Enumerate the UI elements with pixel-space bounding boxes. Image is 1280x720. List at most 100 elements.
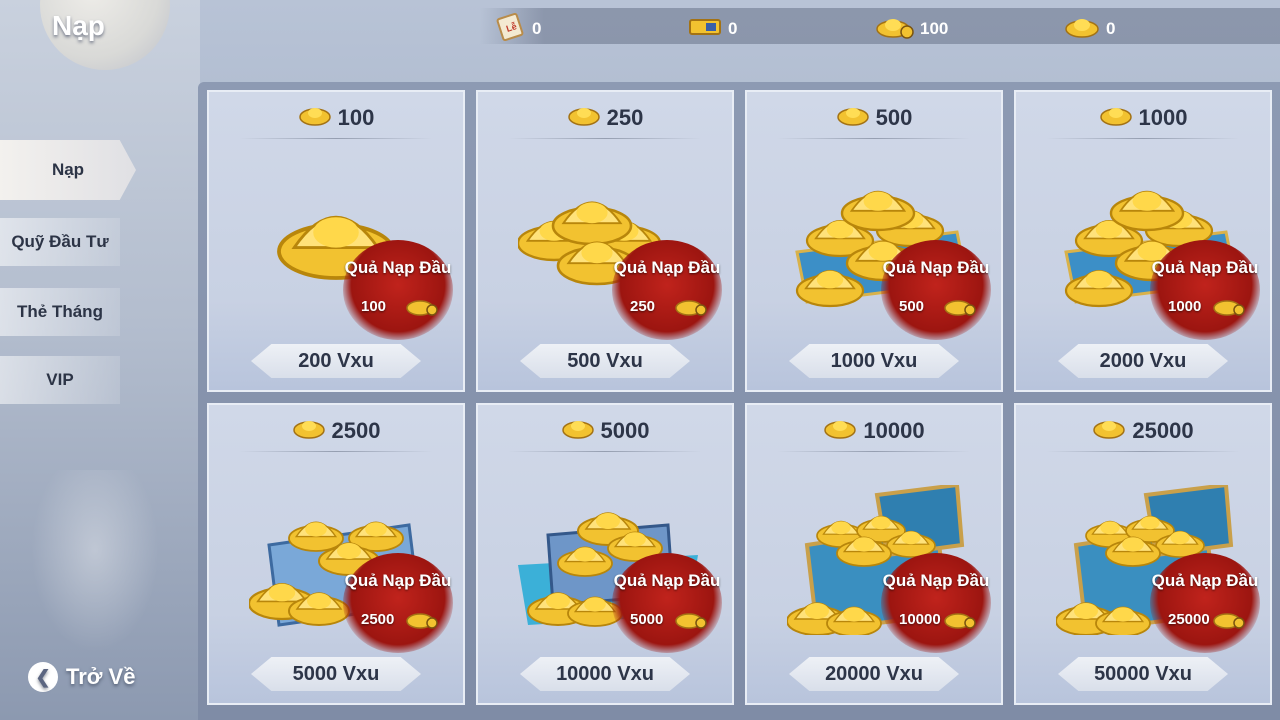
price-button[interactable]: 20000 Vxu <box>789 657 959 691</box>
gold-ingot-lock-icon <box>674 294 708 323</box>
pack-amount-value: 25000 <box>1132 418 1194 443</box>
gold-ingot-lock-icon <box>1212 294 1246 323</box>
page-title: Nạp <box>52 10 105 41</box>
ticket-icon <box>688 15 722 44</box>
back-arrow-icon: ❮ <box>28 662 58 692</box>
pack-amount: 5000 <box>478 413 732 449</box>
badge-title: Quả Nạp Đầu <box>344 571 452 590</box>
divider <box>239 138 433 139</box>
gold-ingot-icon <box>298 103 332 133</box>
badge-title: Quả Nạp Đầu <box>613 571 721 590</box>
badge-amount: 1000 <box>1168 298 1202 315</box>
price-button[interactable]: 1000 Vxu <box>789 344 959 378</box>
badge-title: Quả Nạp Đầu <box>613 258 721 277</box>
first-recharge-badge: Quả Nạp Đầu 250 <box>612 240 722 340</box>
sidebar-item-nap[interactable]: Nạp <box>0 140 136 200</box>
sidebar-item-label: Thẻ Tháng <box>17 302 103 321</box>
gold-ingot-icon <box>567 103 601 133</box>
recharge-pack-card[interactable]: 2500 Quả Nạp Đầu 2500 5000 Vxu <box>207 403 465 705</box>
currency-value: 0 <box>728 19 738 38</box>
sidebar-item-vip[interactable]: VIP <box>0 356 120 404</box>
badge-title: Quả Nạp Đầu <box>882 571 990 590</box>
currency-ticket: 0 <box>688 14 737 44</box>
back-button[interactable]: ❮ Trở Về <box>28 662 135 692</box>
gold-ingot-icon <box>1064 14 1100 45</box>
divider <box>508 451 702 452</box>
badge-amount: 5000 <box>630 611 664 628</box>
currency-scroll: Lễ 0 <box>496 12 542 46</box>
badge-amount: 10000 <box>899 611 941 628</box>
lotus-decoration <box>20 470 170 670</box>
price-button[interactable]: 5000 Vxu <box>251 657 421 691</box>
pack-amount: 2500 <box>209 413 463 449</box>
recharge-pack-card[interactable]: 250 Quả Nạp Đầu 250 500 Vxu <box>476 90 734 392</box>
recharge-pack-card[interactable]: 500 Quả Nạp Đầu 500 1000 Vxu <box>745 90 1003 392</box>
pack-amount-value: 100 <box>337 105 375 130</box>
gold-ingot-icon <box>561 416 595 446</box>
sidebar-item-the-thang[interactable]: Thẻ Tháng <box>0 288 120 336</box>
badge-title: Quả Nạp Đầu <box>882 258 990 277</box>
first-recharge-badge: Quả Nạp Đầu 25000 <box>1150 553 1260 653</box>
gold-ingot-lock-icon <box>943 294 977 323</box>
divider <box>777 138 971 139</box>
pack-amount-value: 250 <box>606 105 644 130</box>
badge-title: Quả Nạp Đầu <box>344 258 452 277</box>
badge-title: Quả Nạp Đầu <box>1151 258 1259 277</box>
price-button[interactable]: 50000 Vxu <box>1058 657 1228 691</box>
recharge-pack-card[interactable]: 1000 Quả Nạp Đầu 1000 2000 Vxu <box>1014 90 1272 392</box>
first-recharge-badge: Quả Nạp Đầu 500 <box>881 240 991 340</box>
currency-locked-gold: 100 <box>876 14 948 44</box>
gold-ingot-lock-icon <box>1212 607 1246 636</box>
scroll-le-icon: Lễ <box>496 12 526 46</box>
gold-ingot-lock-icon <box>405 607 439 636</box>
divider <box>508 138 702 139</box>
badge-amount: 100 <box>361 298 387 315</box>
back-label: Trở Về <box>66 664 136 689</box>
sidebar-item-quy-dau-tu[interactable]: Quỹ Đầu Tư <box>0 218 120 266</box>
gold-ingot-icon <box>823 416 857 446</box>
price-button[interactable]: 500 Vxu <box>520 344 690 378</box>
sidebar-item-label: Nạp <box>51 160 85 179</box>
pack-amount: 1000 <box>1016 100 1270 136</box>
recharge-pack-card[interactable]: 100 Quả Nạp Đầu 100 200 Vxu <box>207 90 465 392</box>
pack-amount: 500 <box>747 100 1001 136</box>
divider <box>1046 138 1240 139</box>
first-recharge-badge: Quả Nạp Đầu 10000 <box>881 553 991 653</box>
first-recharge-badge: Quả Nạp Đầu 100 <box>343 240 453 340</box>
currency-value: 0 <box>1106 19 1116 38</box>
badge-title: Quả Nạp Đầu <box>1151 571 1259 590</box>
pack-amount: 10000 <box>747 413 1001 449</box>
badge-amount: 25000 <box>1168 611 1210 628</box>
first-recharge-badge: Quả Nạp Đầu 5000 <box>612 553 722 653</box>
currency-gold: 0 <box>1064 14 1115 44</box>
first-recharge-badge: Quả Nạp Đầu 1000 <box>1150 240 1260 340</box>
gold-ingot-lock-icon <box>943 607 977 636</box>
gold-ingot-lock-icon <box>405 294 439 323</box>
pack-amount-value: 2500 <box>331 418 381 443</box>
price-button[interactable]: 10000 Vxu <box>520 657 690 691</box>
pack-amount-value: 500 <box>875 105 913 130</box>
sidebar-item-label: VIP <box>46 370 74 389</box>
gold-ingot-icon <box>1099 103 1133 133</box>
badge-amount: 500 <box>899 298 925 315</box>
pack-amount-value: 5000 <box>600 418 650 443</box>
pack-amount-value: 10000 <box>863 418 925 443</box>
currency-value: 100 <box>920 19 949 38</box>
gold-ingot-lock-icon <box>674 607 708 636</box>
divider <box>1046 451 1240 452</box>
currency-value: 0 <box>532 19 542 38</box>
recharge-pack-card[interactable]: 5000 Quả Nạp Đầu 5000 10000 Vxu <box>476 403 734 705</box>
pack-amount: 100 <box>209 100 463 136</box>
first-recharge-badge: Quả Nạp Đầu 2500 <box>343 553 453 653</box>
badge-amount: 2500 <box>361 611 395 628</box>
divider <box>239 451 433 452</box>
recharge-pack-card[interactable]: 25000 Quả Nạp Đầu 25000 50000 Vxu <box>1014 403 1272 705</box>
price-button[interactable]: 2000 Vxu <box>1058 344 1228 378</box>
badge-amount: 250 <box>630 298 656 315</box>
pack-amount: 250 <box>478 100 732 136</box>
sidebar-item-label: Quỹ Đầu Tư <box>11 232 109 251</box>
price-button[interactable]: 200 Vxu <box>251 344 421 378</box>
gold-ingot-lock-icon <box>876 14 914 45</box>
gold-ingot-icon <box>292 416 326 446</box>
recharge-pack-card[interactable]: 10000 Quả Nạp Đầu 10000 20000 Vxu <box>745 403 1003 705</box>
